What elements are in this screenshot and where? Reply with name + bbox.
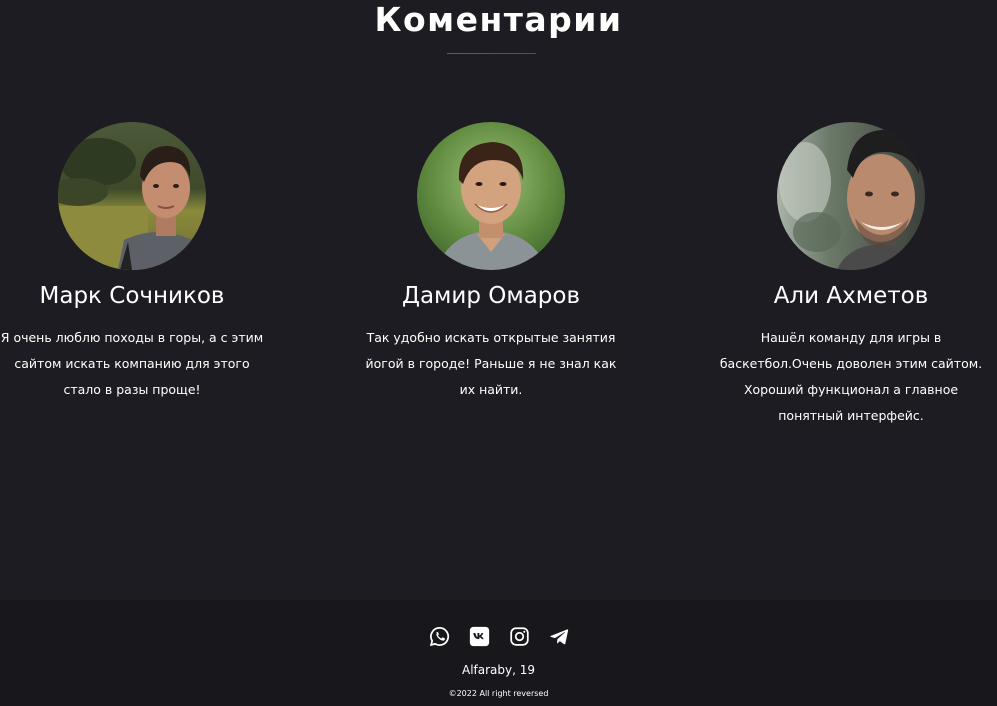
footer-copyright: ©2022 All right reversed bbox=[448, 689, 549, 698]
whatsapp-icon bbox=[429, 627, 450, 647]
instagram-link[interactable] bbox=[509, 626, 530, 647]
footer-address: Alfaraby, 19 bbox=[461, 663, 536, 677]
instagram-icon bbox=[510, 627, 529, 646]
social-links bbox=[0, 626, 997, 647]
whatsapp-link[interactable] bbox=[429, 626, 450, 647]
avatar bbox=[58, 122, 206, 270]
avatar-photo bbox=[777, 122, 925, 270]
avatar-photo bbox=[417, 122, 565, 270]
title-underline bbox=[447, 53, 536, 54]
commenter-name: Дамир Омаров bbox=[401, 283, 581, 309]
avatar bbox=[777, 122, 925, 270]
page: Коментарии Марк Сочников Я очень люблю п… bbox=[0, 0, 997, 706]
section-title: Коментарии bbox=[374, 0, 623, 39]
comment-text: Нашёл команду для игры в баскетбол.Очень… bbox=[719, 330, 983, 423]
vk-icon bbox=[469, 626, 490, 647]
comments-section: Коментарии Марк Сочников Я очень люблю п… bbox=[0, 0, 997, 600]
telegram-link[interactable] bbox=[549, 626, 570, 647]
telegram-icon bbox=[550, 629, 569, 645]
avatar-photo bbox=[58, 122, 206, 270]
commenter-name: Марк Сочников bbox=[39, 283, 225, 309]
comment-text: Я очень люблю походы в горы, а с этим са… bbox=[0, 330, 264, 397]
footer: Alfaraby, 19 ©2022 All right reversed bbox=[0, 600, 997, 706]
vk-link[interactable] bbox=[469, 626, 490, 647]
comment-text: Так удобно искать открытые занятия йогой… bbox=[365, 330, 617, 397]
commenter-name: Али Ахметов bbox=[773, 283, 929, 309]
avatar bbox=[417, 122, 565, 270]
